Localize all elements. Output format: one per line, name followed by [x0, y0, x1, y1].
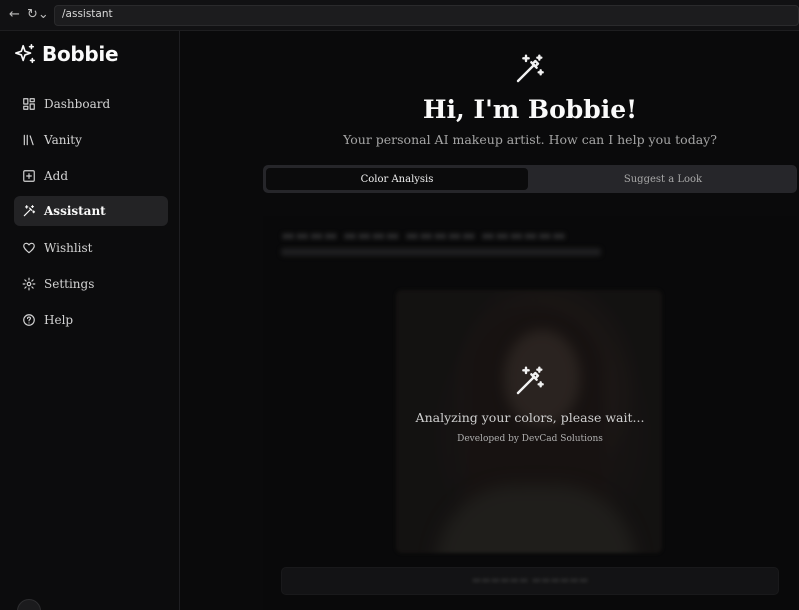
- brand-logo[interactable]: Bobbie: [14, 41, 119, 67]
- developer-credit: Developed by DevCad Solutions: [457, 434, 603, 444]
- sidebar-item-vanity[interactable]: Vanity: [14, 125, 168, 155]
- sidebar-item-assistant[interactable]: Assistant: [14, 196, 168, 226]
- tab-suggest-a-look[interactable]: Suggest a Look: [532, 168, 794, 190]
- magic-wand-icon: [514, 53, 546, 85]
- tab-color-analysis[interactable]: Color Analysis: [266, 168, 528, 190]
- heart-icon: [23, 242, 35, 254]
- gear-icon: [22, 277, 36, 291]
- greeting-subtitle: Your personal AI makeup artist. How can …: [343, 132, 717, 147]
- magic-wand-icon: [514, 365, 546, 397]
- sidebar-item-add[interactable]: Add: [14, 161, 168, 191]
- user-avatar[interactable]: [17, 599, 41, 610]
- sidebar-item-label: Vanity: [44, 133, 82, 147]
- sidebar-item-label: Help: [44, 313, 74, 327]
- dashboard-icon: [23, 98, 35, 110]
- help-circle-icon: [23, 314, 35, 326]
- plus-square-icon: [23, 170, 35, 182]
- arrow-left-icon[interactable]: ←: [9, 6, 23, 24]
- browser-toolbar: ← ↻⌄ /assistant: [0, 0, 799, 31]
- sidebar-item-label: Add: [44, 169, 69, 183]
- sidebar-item-label: Dashboard: [44, 97, 111, 111]
- mode-tabs: Color Analysis Suggest a Look: [263, 165, 797, 193]
- sidebar: Bobbie Dashboard Vanity Add Assistant Wi…: [0, 31, 180, 610]
- greeting-heading: Hi, I'm Bobbie!: [422, 95, 638, 124]
- sidebar-item-settings[interactable]: Settings: [14, 269, 168, 299]
- loading-message: Analyzing your colors, please wait...: [415, 410, 645, 425]
- sidebar-item-label: Wishlist: [44, 241, 93, 255]
- sidebar-item-label: Settings: [44, 277, 95, 291]
- brand-name: Bobbie: [42, 42, 119, 66]
- address-bar[interactable]: /assistant: [54, 5, 799, 26]
- assistant-panel: Hi, I'm Bobbie! Your personal AI makeup …: [181, 31, 799, 610]
- sidebar-item-label: Assistant: [44, 204, 106, 218]
- sparkles-icon: [15, 44, 35, 64]
- url-text: /assistant: [62, 8, 113, 20]
- sidebar-item-wishlist[interactable]: Wishlist: [14, 233, 168, 263]
- library-icon: [23, 134, 34, 146]
- magic-wand-icon: [23, 205, 36, 217]
- reload-icon[interactable]: ↻⌄: [27, 6, 49, 24]
- sidebar-item-dashboard[interactable]: Dashboard: [14, 89, 168, 119]
- sidebar-item-help[interactable]: Help: [14, 305, 168, 335]
